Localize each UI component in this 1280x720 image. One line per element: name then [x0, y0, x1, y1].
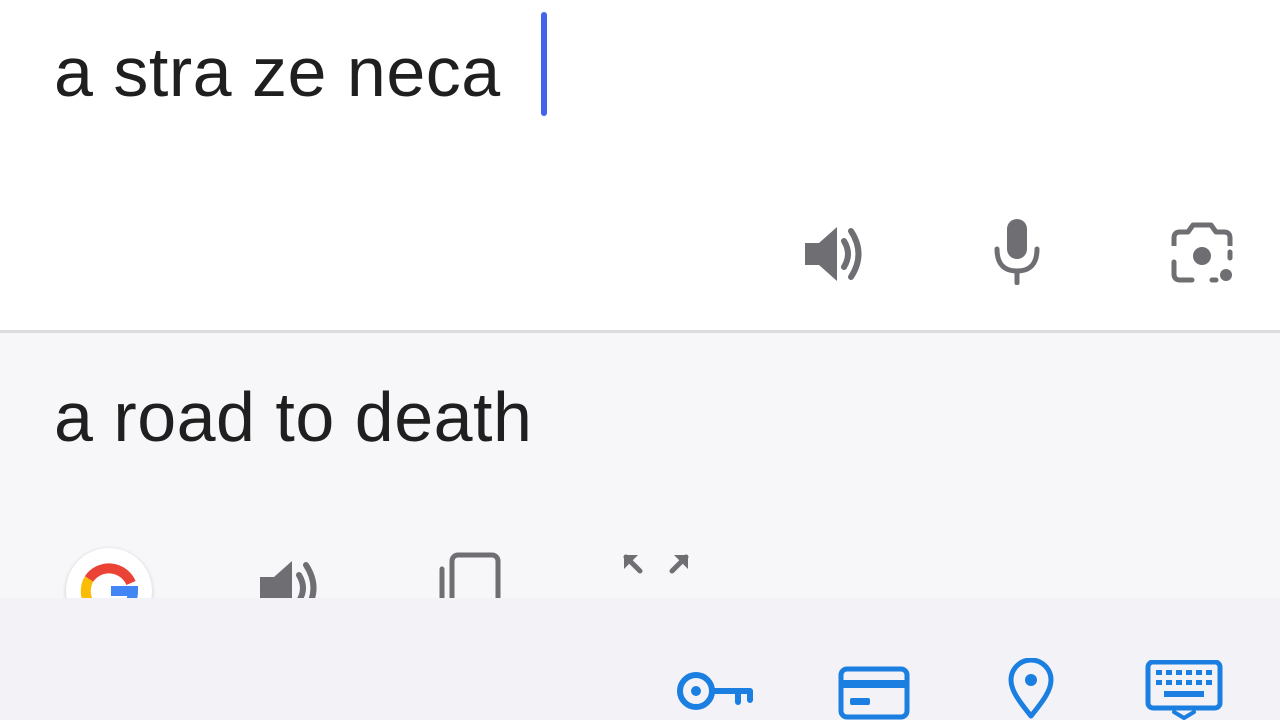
microphone-icon[interactable]: [985, 214, 1049, 290]
source-text-input[interactable]: a stra ze neca: [54, 26, 501, 118]
expand-icon[interactable]: [620, 551, 692, 591]
credit-card-icon[interactable]: [838, 666, 910, 720]
keyboard-toolbar: [0, 598, 1280, 720]
camera-icon[interactable]: [1164, 218, 1240, 290]
text-cursor: [541, 12, 547, 116]
keyboard-icon[interactable]: [1144, 660, 1224, 720]
translation-text: a road to death: [54, 378, 533, 456]
speaker-icon[interactable]: [796, 218, 872, 290]
key-icon[interactable]: [676, 668, 756, 714]
source-panel: a stra ze neca: [0, 0, 1280, 333]
location-pin-icon[interactable]: [1006, 658, 1056, 720]
